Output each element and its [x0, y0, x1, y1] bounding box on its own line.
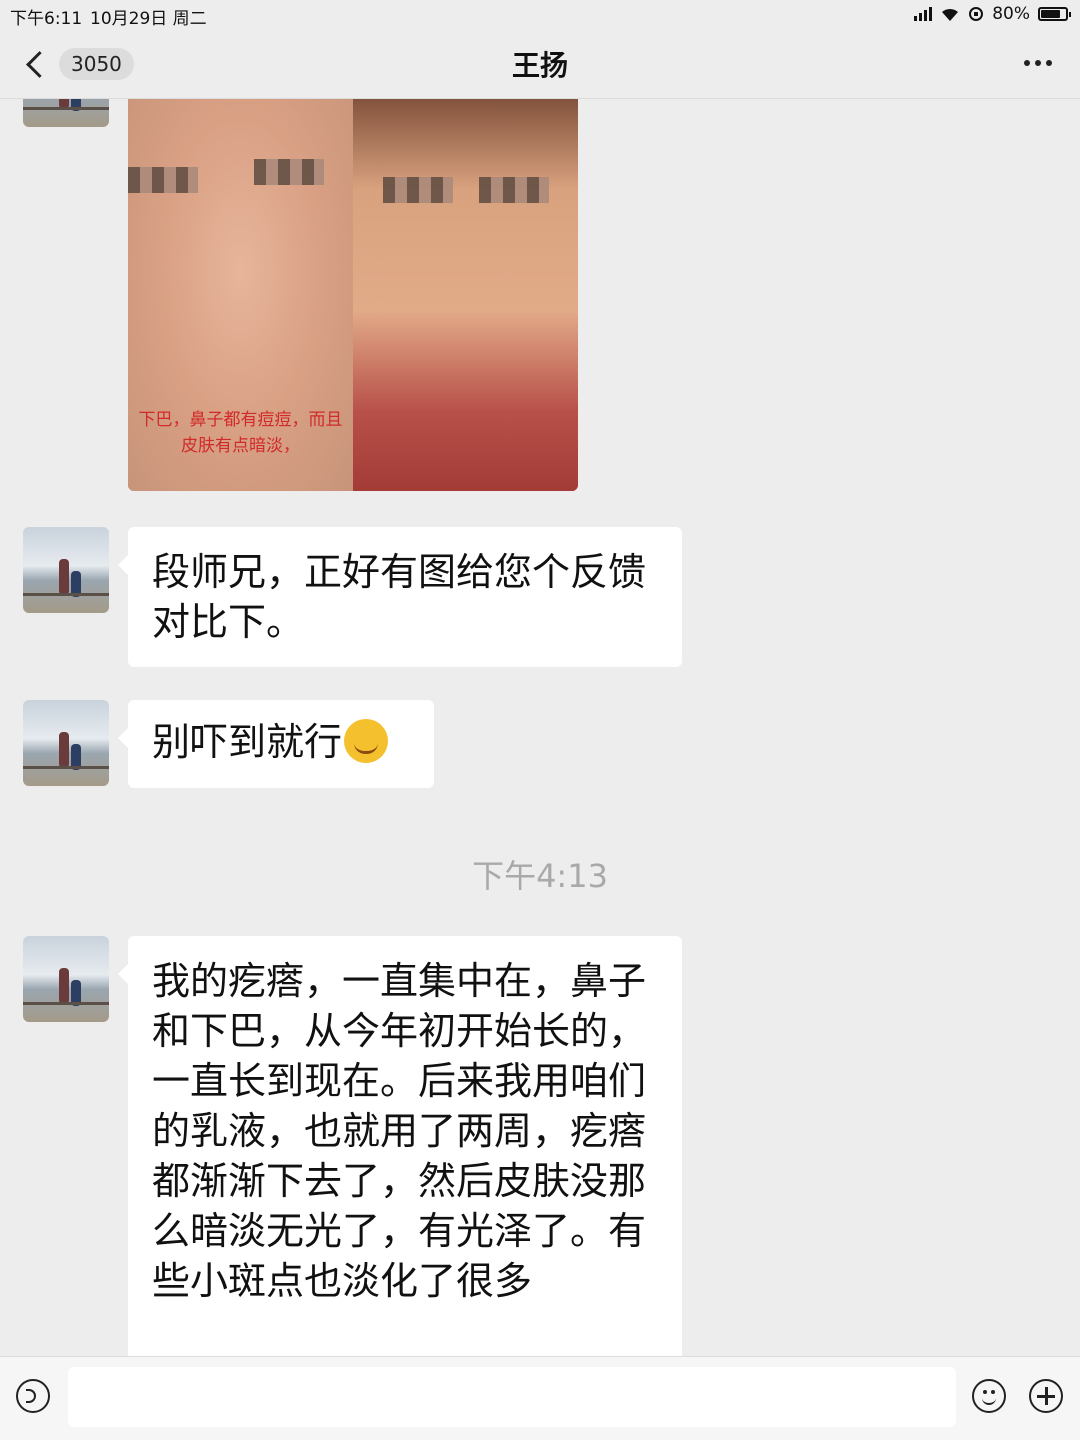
battery-icon	[1038, 7, 1071, 21]
avatar[interactable]	[23, 527, 109, 613]
message-text: 我的疙瘩，一直集中在，鼻子和下巴，从今年初开始长的，一直长到现在。后来我用咱们的…	[152, 959, 647, 1303]
avatar[interactable]	[23, 700, 109, 786]
chat-screen: 下午6:11 10月29日 周二 80% 3050 王扬 下巴，鼻子都有痘痘，而…	[0, 0, 1080, 1440]
message-bubble[interactable]: 段师兄，正好有图给您个反馈对比下。	[118, 527, 682, 667]
battery-percent: 80%	[992, 4, 1030, 24]
message-text: 段师兄，正好有图给您个反馈对比下。	[152, 550, 647, 644]
status-indicators: 80%	[914, 4, 1071, 24]
wifi-icon	[942, 8, 959, 21]
input-bar	[0, 1356, 1080, 1440]
chat-area[interactable]: 下巴，鼻子都有痘痘，而且 皮肤有点暗淡， 段师兄，正好有图给您个反馈对比下。 别…	[0, 99, 1080, 1356]
nav-bar: 3050 王扬	[0, 30, 1080, 99]
chat-title: 王扬	[511, 49, 568, 82]
image-message[interactable]: 下巴，鼻子都有痘痘，而且 皮肤有点暗淡，	[128, 99, 578, 491]
status-time: 下午6:11	[10, 9, 83, 29]
photo-caption: 下巴，鼻子都有痘痘，而且 皮肤有点暗淡，	[138, 410, 343, 456]
message-bubble[interactable]: 我的疙瘩，一直集中在，鼻子和下巴，从今年初开始长的，一直长到现在。后来我用咱们的…	[118, 936, 682, 1356]
more-options-icon[interactable]	[1024, 60, 1052, 66]
voice-input-icon[interactable]	[16, 1379, 50, 1413]
rotation-lock-icon	[969, 7, 984, 21]
message-timestamp: 下午4:13	[472, 857, 608, 895]
avatar[interactable]	[23, 936, 109, 1022]
emoji-icon[interactable]	[972, 1379, 1006, 1413]
message-bubble[interactable]: 别吓到就行	[118, 700, 434, 788]
facepalm-emoji-icon	[344, 719, 389, 763]
status-date: 10月29日 周二	[90, 9, 207, 29]
before-photo: 下巴，鼻子都有痘痘，而且 皮肤有点暗淡，	[128, 99, 353, 491]
message-text: 别吓到就行	[152, 720, 343, 764]
status-bar: 下午6:11 10月29日 周二 80%	[0, 0, 1080, 30]
after-photo	[353, 99, 578, 491]
avatar[interactable]	[23, 99, 109, 127]
message-input[interactable]	[68, 1367, 956, 1427]
signal-icon	[914, 7, 933, 21]
battery-fill	[1041, 10, 1060, 18]
plus-icon[interactable]	[1029, 1379, 1063, 1413]
